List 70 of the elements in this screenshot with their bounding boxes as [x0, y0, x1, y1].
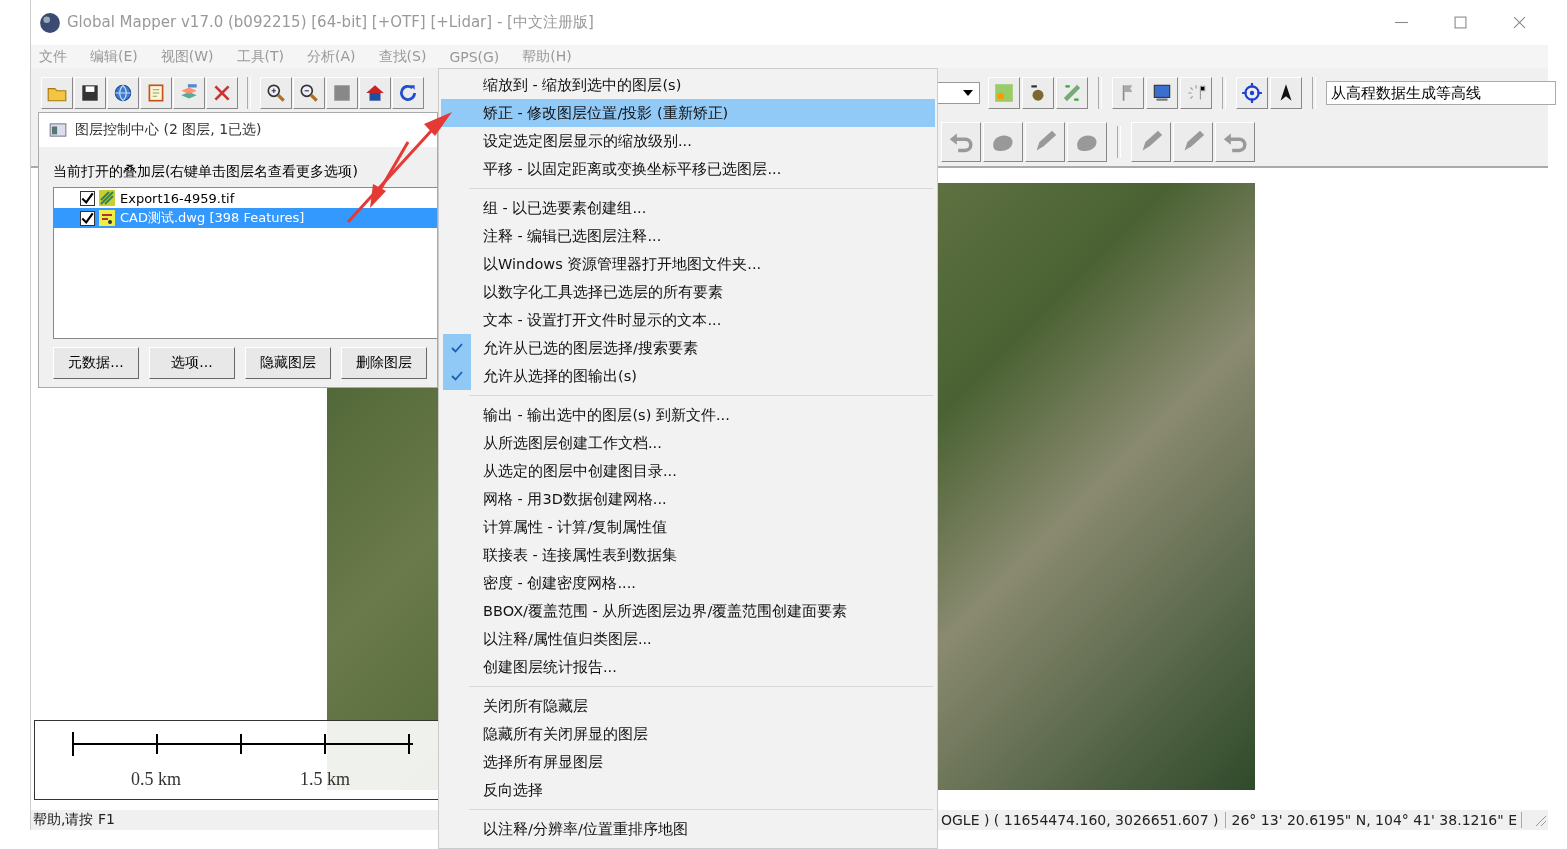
- context-menu-item[interactable]: 注释 - 编辑已选图层注释...: [441, 222, 935, 250]
- context-menu-item[interactable]: 隐藏所有关闭屏显的图层: [441, 720, 935, 748]
- context-menu-item[interactable]: 联接表 - 连接属性表到数据集: [441, 541, 935, 569]
- context-menu-item[interactable]: 选择所有屏显图层: [441, 748, 935, 776]
- scale-label: 1.5 km: [300, 769, 350, 790]
- zoom-in-icon: [265, 82, 287, 104]
- context-menu-item[interactable]: 矫正 - 修改图层位置/投影 (重新矫正): [441, 99, 935, 127]
- context-menu-item[interactable]: 文本 - 设置打开文件时显示的文本...: [441, 306, 935, 334]
- toolbar-button[interactable]: [260, 77, 292, 109]
- context-menu-item[interactable]: 输出 - 输出选中的图层(s) 到新文件...: [441, 401, 935, 429]
- layer-list-heading: 当前打开的叠加层(右键单击图层名查看更多选项): [53, 163, 359, 181]
- layer-name: Export16-4959.tif: [120, 190, 235, 206]
- toolbar-button[interactable]: [359, 77, 391, 109]
- raster-layer-icon: [99, 190, 115, 206]
- command-field[interactable]: 从高程数据生成等高线: [1326, 81, 1556, 105]
- globe-icon: [112, 82, 134, 104]
- maximize-icon[interactable]: [1454, 16, 1467, 29]
- panel-button[interactable]: 元数据...: [53, 347, 139, 379]
- square-icon: [331, 82, 353, 104]
- context-menu-item[interactable]: 允许从已选的图层选择/搜索要素: [441, 334, 935, 362]
- context-menu-item[interactable]: 网格 - 用3D数据创建网格...: [441, 485, 935, 513]
- context-menu-item[interactable]: 从选定的图层中创建图目录...: [441, 457, 935, 485]
- vector-layer-icon: [99, 210, 115, 226]
- context-menu-item[interactable]: 计算属性 - 计算/复制属性值: [441, 513, 935, 541]
- panel-title: 图层控制中心 (2 图层, 1已选): [75, 121, 262, 139]
- context-menu-item[interactable]: 创建图层统计报告...: [441, 653, 935, 681]
- globe-icon: [39, 11, 61, 34]
- context-menu-item[interactable]: 以注释/属性值归类图层...: [441, 625, 935, 653]
- context-menu-item[interactable]: 平移 - 以固定距离或变换坐标平移已选图层...: [441, 155, 935, 183]
- context-menu-item[interactable]: 以Windows 资源管理器打开地图文件夹...: [441, 250, 935, 278]
- context-menu-item[interactable]: 密度 - 创建密度网格....: [441, 569, 935, 597]
- context-menu-item[interactable]: 允许从选择的图输出(s): [441, 362, 935, 390]
- image-layer-icon: [993, 82, 1015, 104]
- monitor-icon: [1151, 82, 1173, 104]
- toolbar-button[interactable]: [107, 77, 139, 109]
- context-menu-item[interactable]: 缩放到 - 缩放到选中的图层(s): [441, 71, 935, 99]
- toolbar-button[interactable]: [1270, 77, 1302, 109]
- layer-row[interactable]: Export16-4959.tif: [54, 188, 437, 208]
- window-icon: [49, 123, 67, 137]
- caret-icon: [963, 90, 973, 96]
- status-text: 帮助,请按 F1: [32, 811, 115, 829]
- projected-coordinates: OGLE ) ( 11654474.160, 3026651.607 ): [941, 812, 1226, 828]
- context-menu-item[interactable]: 反向选择: [441, 776, 935, 804]
- panel-button[interactable]: 选项...: [149, 347, 235, 379]
- toolbar-button[interactable]: [392, 77, 424, 109]
- context-menu-item[interactable]: 设定选定图层显示的缩放级别...: [441, 127, 935, 155]
- geographic-coordinates: 26° 13' 20.6195" N, 104° 41' 38.1216" E: [1225, 812, 1522, 828]
- context-menu-item[interactable]: 关闭所有隐藏层: [441, 692, 935, 720]
- window-title: Global Mapper v17.0 (b092215) [64-bit] [+OTF] [+Lidar] - [中文注册版]: [67, 13, 594, 32]
- panel-button[interactable]: 删除图层: [341, 347, 427, 379]
- context-menu-item[interactable]: 组 - 以已选要素创建组...: [441, 194, 935, 222]
- toolbar-button[interactable]: [293, 77, 325, 109]
- checkbox[interactable]: [80, 210, 95, 226]
- toolbar-button[interactable]: [74, 77, 106, 109]
- close-icon[interactable]: [1513, 16, 1526, 29]
- context-menu-item[interactable]: 从所选图层创建工作文档...: [441, 429, 935, 457]
- resize-grip-icon[interactable]: [1534, 814, 1546, 826]
- refresh-icon: [397, 82, 419, 104]
- toolbar-button[interactable]: [1236, 77, 1268, 109]
- zoom-out-icon: [298, 82, 320, 104]
- context-menu-item[interactable]: 以注释/分辨率/位置重排序地图: [441, 815, 935, 843]
- toolbar-button[interactable]: [1146, 77, 1178, 109]
- checkbox[interactable]: [80, 190, 95, 206]
- crosshair-icon: [1241, 82, 1263, 104]
- panel-button[interactable]: 隐藏图层: [245, 347, 331, 379]
- save-icon: [79, 82, 101, 104]
- context-menu-item[interactable]: BBOX/覆盖范围 - 从所选图层边界/覆盖范围创建面要素: [441, 597, 935, 625]
- context-menu-item[interactable]: 以数字化工具选择已选层的所有要素: [441, 278, 935, 306]
- layer-name: CAD测试.dwg [398 Features]: [120, 209, 305, 227]
- scale-label: 0.5 km: [131, 769, 181, 790]
